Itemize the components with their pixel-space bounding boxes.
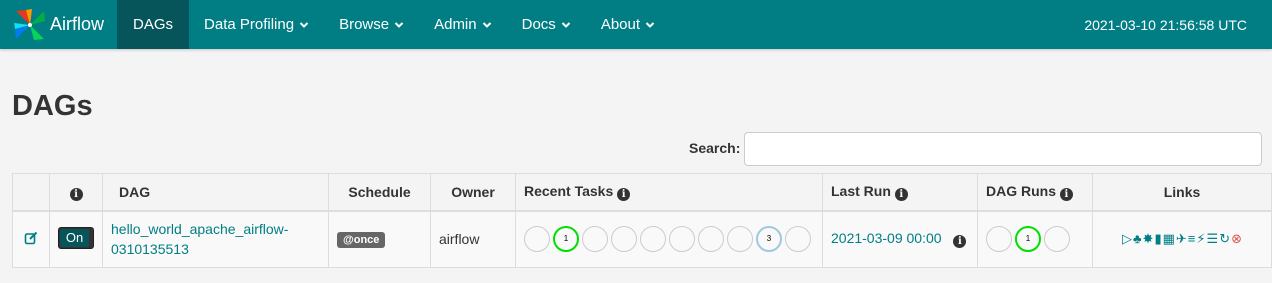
toggle-label: On — [60, 228, 89, 247]
edit-icon[interactable] — [24, 231, 38, 245]
dag-id-link[interactable]: hello_world_apache_airflow- 0310135513 — [111, 219, 320, 259]
last-run-column-header: Last Run i — [822, 173, 978, 212]
brand-name: Airflow — [50, 14, 105, 34]
task-state-circle-success[interactable]: 1 — [553, 226, 579, 253]
chevron-down-icon — [561, 21, 571, 28]
last-run-cell: 2021-03-09 00:00 i — [822, 210, 978, 268]
info-icon: i — [69, 187, 83, 201]
chevron-down-icon — [482, 21, 491, 28]
dag-id-line1: hello_world_apache_airflow- — [111, 221, 289, 238]
logs-icon[interactable]: ☰ — [1207, 232, 1219, 246]
task-tries-icon[interactable]: ▦ — [1163, 232, 1175, 246]
search-label: Search: — [689, 140, 741, 156]
nav-dags-label: DAGs — [133, 16, 174, 33]
nav-data-profiling-label: Data Profiling — [204, 16, 295, 33]
task-duration-icon[interactable]: ▮ — [1154, 232, 1161, 246]
dag-run-state-circle-success[interactable]: 1 — [1015, 226, 1041, 253]
schedule-column-header[interactable]: Schedule — [328, 173, 431, 212]
last-run-link[interactable]: 2021-03-09 00:00 — [831, 230, 942, 246]
search-input[interactable] — [744, 132, 1262, 166]
server-time: 2021-03-10 21:56:58 UTC — [1084, 16, 1247, 33]
chevron-down-icon — [645, 21, 655, 28]
airflow-logo-icon — [14, 8, 45, 40]
chevron-down-icon — [394, 21, 404, 28]
info-icon: i — [617, 187, 631, 201]
recent-tasks-header-label: Recent Tasks — [524, 182, 614, 199]
nav-docs[interactable]: Docs — [507, 0, 586, 49]
dag-runs-circles: 1 — [986, 226, 1084, 253]
task-state-circle[interactable] — [785, 226, 811, 253]
dag-run-state-circle[interactable] — [986, 226, 1012, 253]
dag-runs-header-label: DAG Runs — [986, 182, 1056, 199]
tree-view-icon[interactable]: ♣ — [1133, 232, 1142, 246]
dag-pause-toggle[interactable]: On — [58, 226, 94, 249]
table-row: On hello_world_apache_airflow- 031013551… — [12, 210, 1272, 268]
nav-admin-label: Admin — [434, 16, 477, 33]
dag-id-line2: 0310135513 — [111, 241, 189, 258]
task-state-circle[interactable] — [669, 226, 695, 253]
info-column-header: i — [49, 173, 103, 212]
owner-cell: airflow — [430, 210, 516, 268]
task-state-circle-upstream-failed[interactable]: 3 — [756, 226, 782, 253]
recent-tasks-cell: 1 3 — [515, 210, 823, 268]
search-row: Search: — [0, 132, 1272, 166]
nav-browse-label: Browse — [339, 16, 390, 33]
table-header-row: i DAG Schedule Owner Recent Tasks i Last… — [12, 173, 1272, 212]
recent-tasks-circles: 1 3 — [524, 226, 814, 253]
nav-browse[interactable]: Browse — [324, 0, 419, 49]
nav-about[interactable]: About — [586, 0, 670, 49]
dag-runs-column-header: DAG Runs i — [977, 173, 1093, 212]
info-icon[interactable]: i — [953, 235, 967, 249]
toggle-cell: On — [49, 210, 103, 268]
dag-links: ▷ ♣ ✸ ▮ ▦ ✈ ≡ ⚡ ☰ ↻ ⊗ — [1101, 232, 1263, 246]
schedule-cell: @once — [328, 210, 431, 268]
dag-id-cell: hello_world_apache_airflow- 0310135513 — [102, 210, 329, 268]
links-column-header: Links — [1092, 173, 1272, 212]
chevron-down-icon — [299, 21, 309, 28]
task-state-circle[interactable] — [611, 226, 637, 253]
refresh-icon[interactable]: ↻ — [1219, 232, 1230, 246]
dag-runs-cell: 1 — [977, 210, 1093, 268]
trigger-dag-icon[interactable]: ▷ — [1122, 232, 1132, 246]
code-view-icon[interactable]: ⚡ — [1196, 232, 1205, 246]
last-run-header-label: Last Run — [831, 182, 891, 199]
navbar: Airflow DAGs Data Profiling Browse Admin… — [0, 0, 1272, 49]
edit-cell — [12, 210, 50, 268]
nav-admin[interactable]: Admin — [419, 0, 507, 49]
task-state-circle[interactable] — [727, 226, 753, 253]
gantt-icon[interactable]: ≡ — [1188, 232, 1196, 246]
brand-link[interactable]: Airflow — [0, 0, 117, 49]
links-cell: ▷ ♣ ✸ ▮ ▦ ✈ ≡ ⚡ ☰ ↻ ⊗ — [1092, 210, 1272, 268]
nav-docs-label: Docs — [521, 16, 556, 33]
task-state-circle[interactable] — [524, 226, 550, 253]
delete-icon[interactable]: ⊗ — [1231, 232, 1242, 246]
dag-column-header[interactable]: DAG — [102, 173, 329, 212]
task-state-circle[interactable] — [698, 226, 724, 253]
nav-about-label: About — [600, 16, 641, 33]
task-state-circle[interactable] — [640, 226, 666, 253]
landing-times-icon[interactable]: ✈ — [1176, 232, 1187, 246]
schedule-badge: @once — [337, 232, 386, 249]
info-icon: i — [1059, 187, 1073, 201]
owner-column-header[interactable]: Owner — [430, 173, 516, 212]
dag-table: i DAG Schedule Owner Recent Tasks i Last… — [12, 173, 1272, 268]
edit-column-header — [12, 173, 50, 212]
recent-tasks-column-header: Recent Tasks i — [515, 173, 823, 212]
info-icon: i — [894, 187, 908, 201]
page-title: DAGs — [12, 90, 93, 122]
task-state-circle[interactable] — [582, 226, 608, 253]
nav-dags[interactable]: DAGs — [117, 0, 190, 49]
dag-run-state-circle[interactable] — [1044, 226, 1070, 253]
nav-data-profiling[interactable]: Data Profiling — [189, 0, 324, 49]
graph-view-icon[interactable]: ✸ — [1143, 232, 1154, 246]
